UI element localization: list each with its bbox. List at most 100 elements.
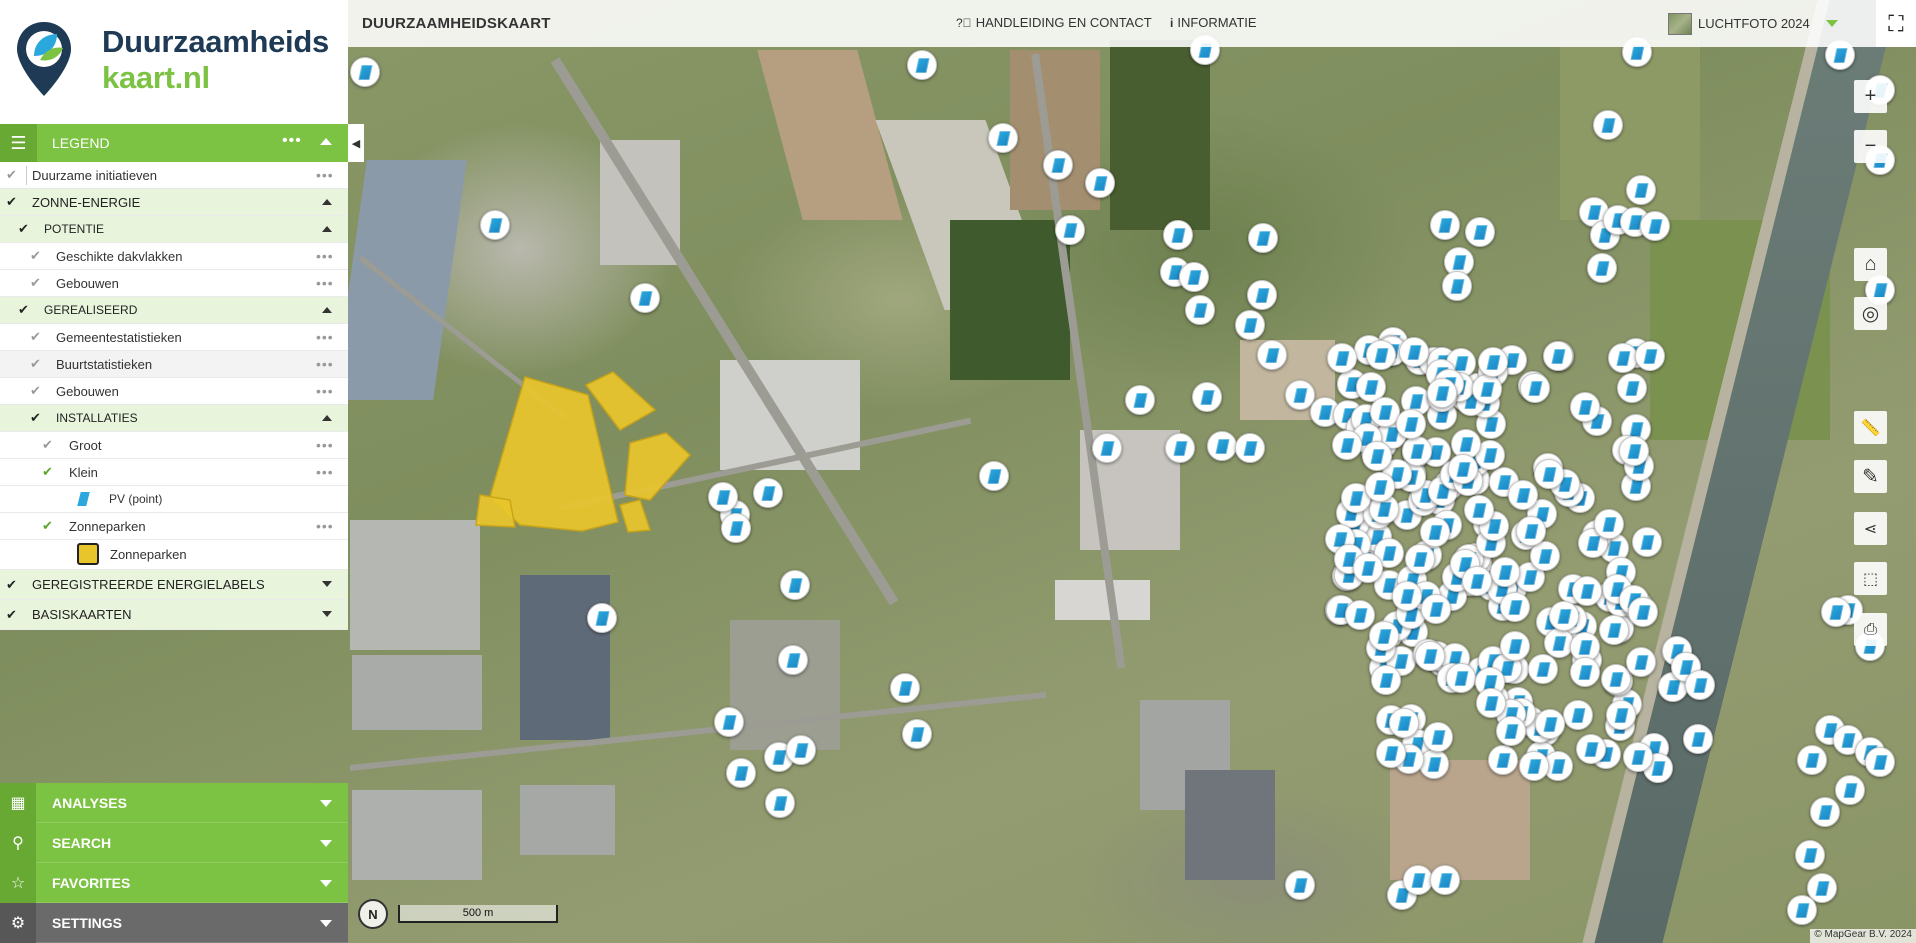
chevron-up-icon[interactable] <box>322 307 332 313</box>
pv-point-marker[interactable] <box>1163 220 1193 250</box>
pv-point-marker[interactable] <box>1248 223 1278 253</box>
pv-point-marker[interactable] <box>1835 775 1865 805</box>
pv-point-marker[interactable] <box>726 758 756 788</box>
pv-point-marker[interactable] <box>1285 870 1315 900</box>
pv-point-marker[interactable] <box>1192 382 1222 412</box>
pv-point-marker[interactable] <box>1490 557 1520 587</box>
legend-item-klein[interactable]: ✔ Klein ••• <box>0 459 348 486</box>
pv-point-marker[interactable] <box>1207 431 1237 461</box>
menu-search[interactable]: ⚲ SEARCH <box>0 823 348 863</box>
zoom-out-button[interactable]: − <box>1854 130 1887 163</box>
pv-point-marker[interactable] <box>350 57 380 87</box>
help-link[interactable]: ?⃝ HANDLEIDING EN CONTACT <box>956 15 1152 30</box>
legend-item-gebouwen-gerealiseerd[interactable]: ✔ Gebouwen ••• <box>0 378 348 405</box>
pv-point-marker[interactable] <box>1465 217 1495 247</box>
check-icon[interactable]: ✔ <box>30 356 41 372</box>
chevron-down-icon[interactable] <box>322 611 332 617</box>
check-icon[interactable]: ✔ <box>30 410 41 426</box>
pv-point-marker[interactable] <box>1371 665 1401 695</box>
pv-point-marker[interactable] <box>708 482 738 512</box>
pv-point-marker[interactable] <box>1085 168 1115 198</box>
legend-group-gerealiseerd[interactable]: ✔ GEREALISEERD <box>0 297 348 324</box>
share-button[interactable]: ⋖ <box>1854 512 1887 545</box>
pv-point-marker[interactable] <box>1478 347 1508 377</box>
pv-point-marker[interactable] <box>778 645 808 675</box>
pv-point-marker[interactable] <box>1345 600 1375 630</box>
pv-point-marker[interactable] <box>1563 700 1593 730</box>
pv-point-marker[interactable] <box>1570 657 1600 687</box>
pv-point-marker[interactable] <box>1369 621 1399 651</box>
pv-point-marker[interactable] <box>1535 709 1565 739</box>
collapse-panel-button[interactable]: ◀ <box>348 124 364 162</box>
screenshot-button[interactable]: ⬚ <box>1854 562 1887 595</box>
pv-point-marker[interactable] <box>1366 340 1396 370</box>
pv-point-marker[interactable] <box>1327 343 1357 373</box>
pv-point-marker[interactable] <box>1365 472 1395 502</box>
legend-item-duurzame-initiatieven[interactable]: ✔ Duurzame initiatieven ••• <box>0 162 348 189</box>
check-icon[interactable]: ✔ <box>6 607 17 623</box>
more-options-icon[interactable]: ••• <box>316 518 334 534</box>
pv-point-marker[interactable] <box>1520 373 1550 403</box>
check-icon[interactable]: ✔ <box>42 518 53 534</box>
pv-point-marker[interactable] <box>1353 553 1383 583</box>
legend-item-buurtstatistieken[interactable]: ✔ Buurtstatistieken ••• <box>0 351 348 378</box>
pv-point-marker[interactable] <box>1632 527 1662 557</box>
pv-point-marker[interactable] <box>1427 378 1457 408</box>
zoom-in-button[interactable]: + <box>1854 80 1887 113</box>
pv-point-marker[interactable] <box>1640 211 1670 241</box>
legend-item-zonneparken[interactable]: ✔ Zonneparken ••• <box>0 513 348 540</box>
basemap-selector[interactable]: LUCHTFOTO 2024 <box>1668 12 1838 35</box>
more-options-icon[interactable]: ••• <box>316 275 334 291</box>
pv-point-marker[interactable] <box>786 735 816 765</box>
pv-point-marker[interactable] <box>1446 663 1476 693</box>
pv-point-marker[interactable] <box>1448 454 1478 484</box>
pv-point-marker[interactable] <box>1519 751 1549 781</box>
pv-point-marker[interactable] <box>1423 722 1453 752</box>
pv-point-marker[interactable] <box>1399 337 1429 367</box>
check-icon[interactable]: ✔ <box>30 383 41 399</box>
more-options-icon[interactable]: ••• <box>316 464 334 480</box>
pv-point-marker[interactable] <box>1685 670 1715 700</box>
pv-point-marker[interactable] <box>1125 385 1155 415</box>
legend-item-groot[interactable]: ✔ Groot ••• <box>0 432 348 459</box>
pv-point-marker[interactable] <box>1599 615 1629 645</box>
fullscreen-button[interactable]: ⛶ <box>1876 0 1916 47</box>
chevron-up-icon[interactable] <box>322 415 332 421</box>
pv-point-marker[interactable] <box>480 210 510 240</box>
check-icon[interactable]: ✔ <box>6 194 17 210</box>
check-icon[interactable]: ✔ <box>6 577 17 593</box>
pv-point-marker[interactable] <box>902 719 932 749</box>
pv-point-marker[interactable] <box>1392 581 1422 611</box>
pv-point-marker[interactable] <box>1623 742 1653 772</box>
draw-button[interactable]: ✎ <box>1854 460 1887 493</box>
pv-point-marker[interactable] <box>1619 436 1649 466</box>
pv-point-marker[interactable] <box>890 673 920 703</box>
pv-point-marker[interactable] <box>1608 343 1638 373</box>
pv-point-marker[interactable] <box>1389 708 1419 738</box>
pv-point-marker[interactable] <box>1165 433 1195 463</box>
pv-point-marker[interactable] <box>1628 597 1658 627</box>
legend-item-gemeentestatistieken[interactable]: ✔ Gemeentestatistieken ••• <box>0 324 348 351</box>
pv-point-marker[interactable] <box>1795 840 1825 870</box>
pv-point-marker[interactable] <box>1419 749 1449 779</box>
pv-point-marker[interactable] <box>1797 745 1827 775</box>
pv-point-marker[interactable] <box>1570 392 1600 422</box>
more-options-icon[interactable]: ••• <box>316 329 334 345</box>
pv-point-marker[interactable] <box>1055 215 1085 245</box>
pv-point-marker[interactable] <box>1420 517 1450 547</box>
legend-group-zonne-energie[interactable]: ✔ ZONNE-ENERGIE <box>0 189 348 216</box>
check-icon[interactable]: ✔ <box>30 329 41 345</box>
pv-point-marker[interactable] <box>1376 738 1406 768</box>
pv-point-marker[interactable] <box>907 50 937 80</box>
pv-point-marker[interactable] <box>1362 441 1392 471</box>
check-icon[interactable]: ✔ <box>42 437 53 453</box>
home-button[interactable]: ⌂ <box>1854 248 1887 281</box>
pv-point-marker[interactable] <box>780 570 810 600</box>
pv-point-marker[interactable] <box>1516 516 1546 546</box>
pv-point-marker[interactable] <box>753 478 783 508</box>
pv-point-marker[interactable] <box>1179 262 1209 292</box>
pv-point-marker[interactable] <box>1865 747 1895 777</box>
measure-button[interactable]: 📏 <box>1854 411 1887 444</box>
check-icon[interactable]: ✔ <box>42 464 53 480</box>
pv-point-marker[interactable] <box>1185 295 1215 325</box>
